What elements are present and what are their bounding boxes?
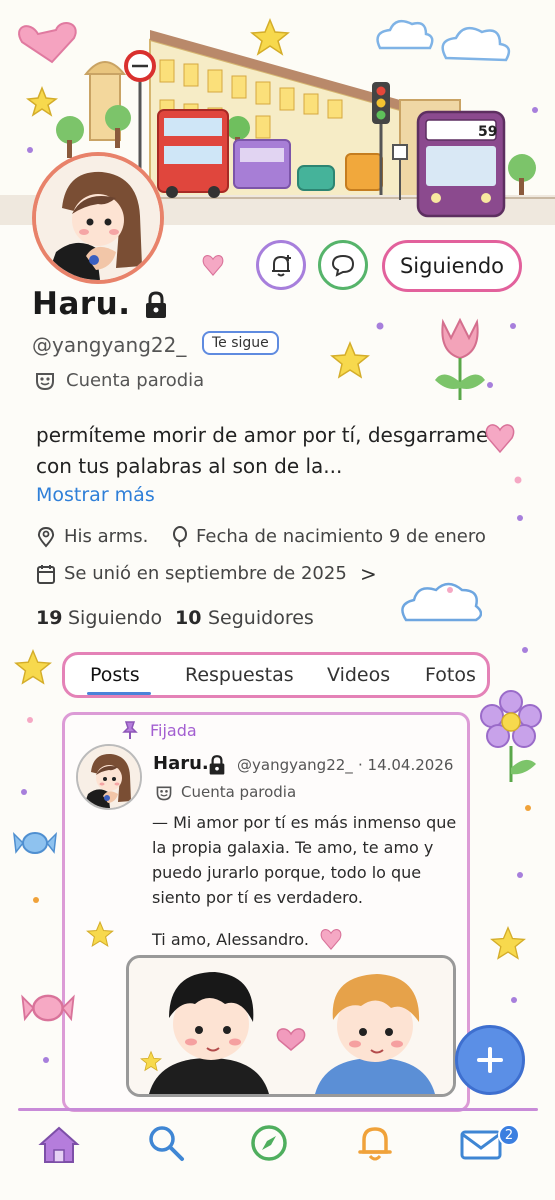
confetti-dots — [21, 322, 531, 1063]
